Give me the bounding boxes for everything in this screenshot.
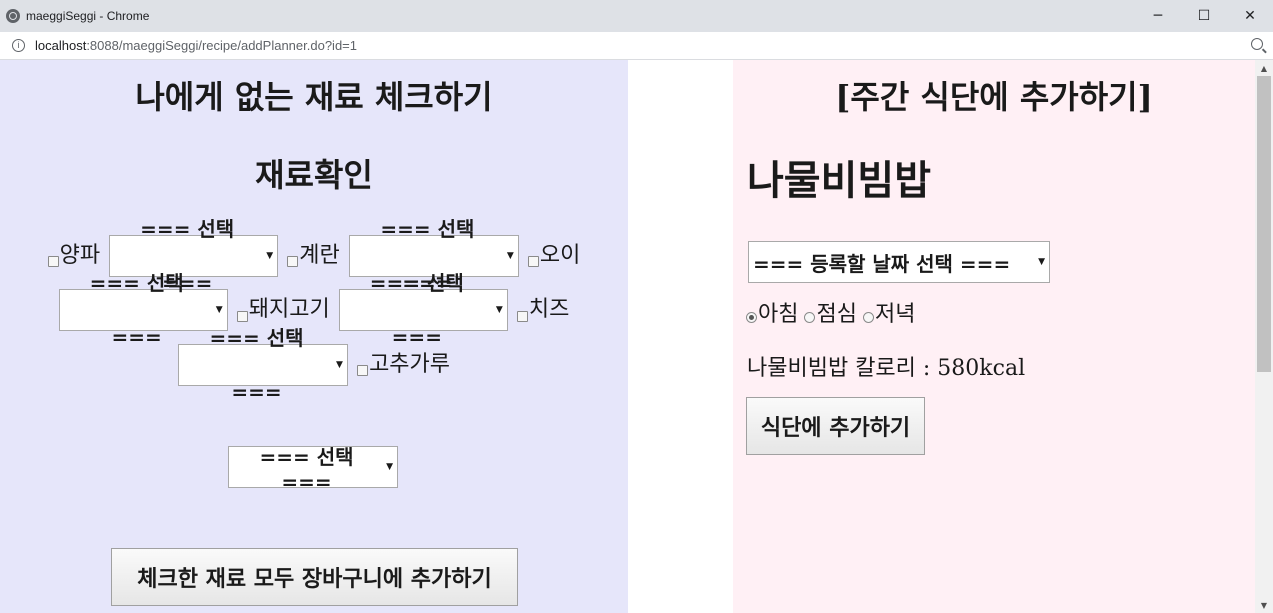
- ingredient-label: 고추가루: [369, 351, 451, 377]
- ingredient-checkbox[interactable]: [287, 256, 299, 267]
- close-button[interactable]: ✕: [1227, 0, 1273, 32]
- dropdown-arrow-icon: ▼: [336, 359, 343, 370]
- meal-option-breakfast[interactable]: 아침: [746, 296, 798, 328]
- add-to-planner-button[interactable]: 식단에 추가하기: [746, 397, 925, 455]
- url-host: localhost: [35, 38, 87, 53]
- scrollbar-thumb[interactable]: [1257, 76, 1271, 372]
- url-path: :8088/maeggiSeggi/recipe/addPlanner.do?i…: [86, 38, 357, 53]
- meal-radio[interactable]: [746, 311, 757, 323]
- minimize-button[interactable]: ─: [1135, 0, 1181, 32]
- address-bar[interactable]: i localhost:8088/maeggiSeggi/recipe/addP…: [0, 32, 1273, 60]
- maximize-button[interactable]: ☐: [1181, 0, 1227, 32]
- meal-option-dinner[interactable]: 저녁: [862, 296, 916, 328]
- ingredient-item: 계란: [287, 229, 340, 283]
- page-scrollbar[interactable]: ▲ ▼: [1255, 60, 1273, 613]
- meal-radio[interactable]: [804, 311, 816, 323]
- ingredient-item: 고추가루: [357, 338, 450, 392]
- weekly-planner-panel: [주간 식단에 추가하기] 나물비빔밥 === 등록할 날짜 선택 === ▼ 아…: [733, 60, 1255, 613]
- ingredient-label: 오이: [539, 242, 581, 268]
- scroll-up-arrow-icon[interactable]: ▲: [1255, 60, 1273, 76]
- scroll-down-arrow-icon[interactable]: ▼: [1255, 597, 1273, 613]
- add-checked-to-cart-button[interactable]: 체크한 재료 모두 장바구니에 추가하기: [111, 548, 518, 606]
- select-value: === 선택 ===: [259, 444, 354, 494]
- calorie-info: 나물비빔밥 칼로리 : 580kcal: [747, 356, 1026, 381]
- meal-option-lunch[interactable]: 점심: [804, 296, 857, 328]
- planner-title: [주간 식단에 추가하기]: [835, 78, 1153, 116]
- window-controls: ─ ☐ ✕: [1135, 0, 1273, 32]
- site-favicon-icon: [6, 9, 20, 23]
- select-value: === 선택 ===: [209, 325, 304, 404]
- meal-label: 아침: [758, 302, 799, 327]
- recipe-name: 나물비빔밥: [747, 157, 931, 204]
- ingredient-checkbox[interactable]: [47, 256, 59, 267]
- dropdown-arrow-icon: ▼: [495, 305, 503, 315]
- ingredient-item: 오이: [527, 229, 581, 283]
- meal-radio-group: 아침 점심 저녁: [746, 296, 921, 328]
- ingredient-label: 계란: [299, 242, 340, 268]
- ingredient-label: 치즈: [528, 297, 570, 322]
- ingredient-checkbox[interactable]: [516, 310, 528, 322]
- ingredient-item: 치즈: [516, 283, 570, 337]
- ingredient-checkbox[interactable]: [527, 256, 539, 267]
- select-value: === 등록할 날짜 선택 ===: [753, 251, 1011, 276]
- ingredient-select[interactable]: === 선택 === ▼: [228, 445, 398, 494]
- ingredient-select[interactable]: === 선택 === ▼: [177, 326, 348, 404]
- meal-radio[interactable]: [862, 311, 874, 323]
- dropdown-arrow-icon: ▼: [1038, 257, 1045, 267]
- window-titlebar: maeggiSeggi - Chrome ─ ☐ ✕: [0, 0, 1273, 32]
- date-select[interactable]: === 등록할 날짜 선택 === ▼: [748, 241, 1050, 283]
- ingredient-select[interactable]: === 선택 === ▼: [338, 271, 508, 349]
- dropdown-arrow-icon: ▼: [386, 462, 393, 472]
- window-title: maeggiSeggi - Chrome: [26, 9, 150, 23]
- site-info-icon[interactable]: i: [12, 39, 25, 52]
- zoom-icon[interactable]: [1251, 38, 1263, 50]
- url-text[interactable]: localhost:8088/maeggiSeggi/recipe/addPla…: [35, 38, 357, 53]
- ingredient-list: 양파 === 선택 === ▼ 계란 === 선택 === ▼ 오이 === 선택 …: [30, 217, 598, 404]
- ingredient-check-panel: 나에게 없는 재료 체크하기 재료확인 양파 === 선택 === ▼ 계란 ==…: [0, 60, 628, 613]
- ingredient-checkbox[interactable]: [357, 365, 369, 376]
- meal-label: 점심: [816, 302, 857, 327]
- meal-label: 저녁: [874, 302, 916, 327]
- ingredient-check-title: 나에게 없는 재료 체크하기: [135, 78, 493, 116]
- dropdown-arrow-icon: ▼: [266, 250, 274, 261]
- ingredient-confirm-heading: 재료확인: [255, 156, 373, 194]
- dropdown-arrow-icon: ▼: [506, 250, 514, 261]
- page-content: 나에게 없는 재료 체크하기 재료확인 양파 === 선택 === ▼ 계란 ==…: [0, 60, 1273, 613]
